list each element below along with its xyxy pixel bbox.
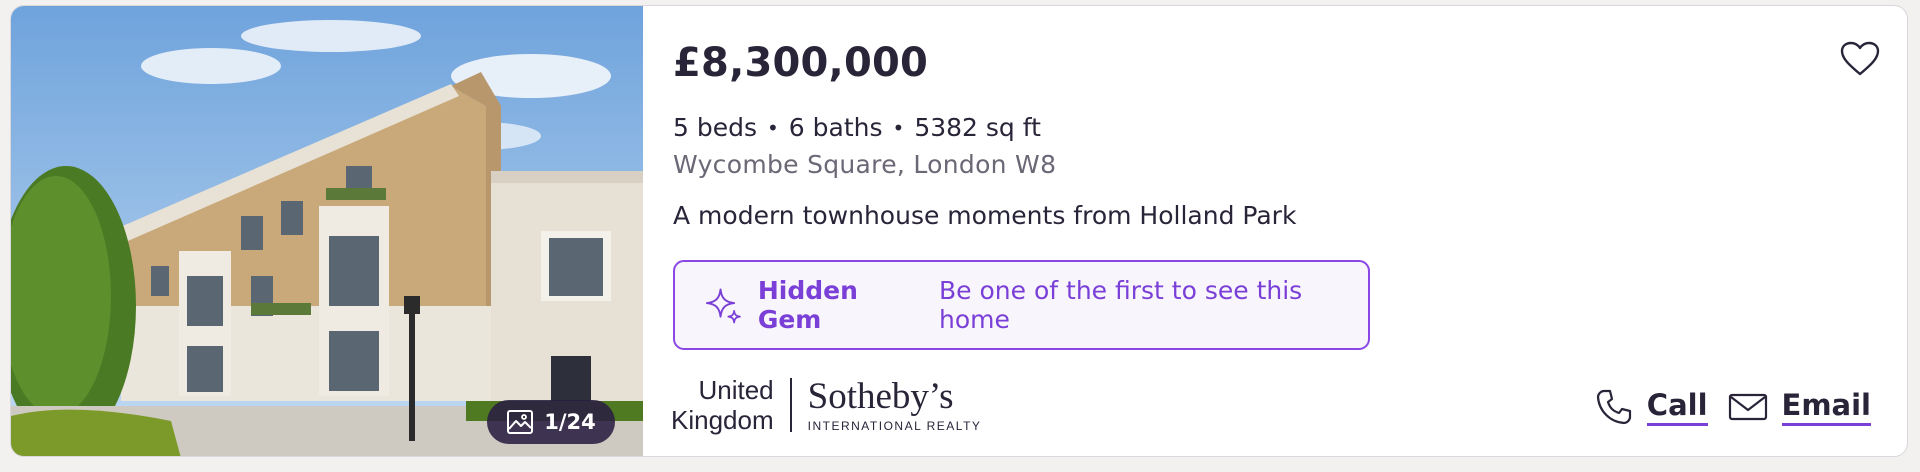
hidden-gem-banner[interactable]: Hidden Gem Be one of the first to see th… — [673, 260, 1370, 350]
email-button[interactable]: Email — [1728, 388, 1871, 426]
listing-price: £8,300,000 — [673, 40, 929, 86]
agent-region: United Kingdom — [671, 375, 790, 435]
photo-counter-text: 1/24 — [544, 410, 596, 434]
baths-count: 6 baths — [788, 113, 883, 142]
fact-separator: • — [892, 115, 905, 140]
agent-logo[interactable]: United Kingdom Sotheby’s INTERNATIONAL R… — [671, 374, 981, 436]
photo-counter-badge[interactable]: 1/24 — [487, 400, 615, 444]
listing-headline: A modern townhouse moments from Holland … — [673, 201, 1297, 230]
hidden-gem-text: Be one of the first to see this home — [939, 276, 1303, 334]
agent-brand-sub: INTERNATIONAL REALTY — [807, 418, 982, 433]
favorite-button[interactable] — [1837, 36, 1883, 82]
mail-icon — [1728, 393, 1767, 421]
agent-region-line2: Kingdom — [671, 405, 774, 435]
image-icon — [507, 410, 534, 434]
call-label: Call — [1646, 388, 1708, 426]
fact-separator: • — [767, 115, 779, 140]
listing-facts: 5 beds • 6 baths • 5382 sq ft — [673, 113, 1041, 142]
agent-brand: Sotheby’s INTERNATIONAL REALTY — [792, 375, 982, 433]
sparkle-icon — [705, 288, 741, 324]
hidden-gem-title: Hidden Gem — [757, 276, 858, 334]
heart-icon — [1840, 41, 1880, 76]
beds-count: 5 beds — [673, 113, 757, 142]
agent-region-line1: United — [698, 375, 774, 405]
email-label: Email — [1781, 388, 1871, 426]
agent-brand-name: Sotheby’s — [807, 375, 954, 417]
listing-photo[interactable]: 1/24 — [11, 6, 643, 456]
call-button[interactable]: Call — [1595, 388, 1708, 426]
townhouse-photo — [11, 6, 643, 456]
listing-address: Wycombe Square, London W8 — [673, 150, 1057, 179]
phone-icon — [1596, 389, 1631, 425]
contact-actions: Call Email — [1595, 388, 1871, 426]
floor-area: 5382 sq ft — [914, 113, 1041, 142]
listing-card[interactable]: 1/24 £8,300,000 5 beds • 6 baths • 5382 … — [10, 5, 1908, 457]
